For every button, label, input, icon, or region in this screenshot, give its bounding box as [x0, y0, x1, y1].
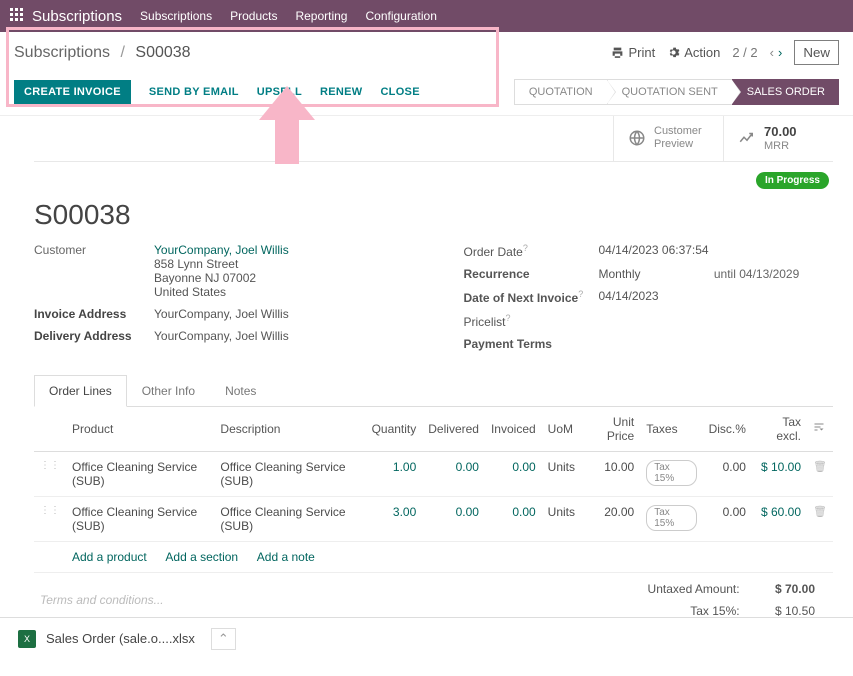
field-next-invoice: 04/14/2023 [599, 289, 834, 305]
right-actions: Print Action 2 / 2 ‹ › New [611, 40, 839, 65]
col-quantity: Quantity [366, 407, 423, 452]
delete-row-icon[interactable]: 🗑 [807, 451, 833, 496]
top-nav: Subscriptions Subscriptions Products Rep… [0, 0, 853, 32]
customer-preview-button[interactable]: Customer Preview [613, 116, 723, 161]
delete-row-icon[interactable]: 🗑 [807, 496, 833, 541]
add-section-link[interactable]: Add a section [165, 550, 238, 564]
download-chevron-icon[interactable]: ⌃ [211, 628, 236, 650]
breadcrumb: Subscriptions / S00038 [14, 44, 191, 62]
columns-settings-icon [813, 421, 825, 433]
breadcrumb-separator: / [121, 44, 125, 61]
order-lines-table: Product Description Quantity Delivered I… [34, 407, 833, 573]
col-tax-excl: Tax excl. [752, 407, 807, 452]
tabs: Order Lines Other Info Notes [34, 375, 833, 407]
tax-pill[interactable]: Tax 15% [646, 460, 696, 486]
new-button[interactable]: New [794, 40, 839, 65]
download-filename[interactable]: Sales Order (sale.o....xlsx [46, 631, 195, 646]
nav-item-subscriptions[interactable]: Subscriptions [140, 9, 212, 23]
col-settings[interactable] [807, 407, 833, 452]
label-payment-terms: Payment Terms [464, 337, 599, 351]
help-icon[interactable]: ? [523, 243, 528, 253]
label-next-invoice: Date of Next Invoice? [464, 289, 599, 305]
drag-handle-icon[interactable]: ⋮⋮ [34, 496, 66, 541]
col-disc: Disc.% [703, 407, 752, 452]
create-invoice-button[interactable]: CREATE INVOICE [14, 80, 131, 104]
stage-quotation-sent[interactable]: QUOTATION SENT [607, 79, 732, 105]
label-recurrence: Recurrence [464, 267, 599, 281]
pager-text: 2 / 2 [732, 45, 757, 60]
tax-pill[interactable]: Tax 15% [646, 505, 696, 531]
add-product-link[interactable]: Add a product [72, 550, 147, 564]
field-invoice-address[interactable]: YourCompany, Joel Willis [154, 307, 404, 321]
label-invoice-address: Invoice Address [34, 307, 154, 321]
action-button[interactable]: Action [667, 45, 720, 60]
send-email-button[interactable]: SEND BY EMAIL [149, 86, 239, 98]
status-row: In Progress [34, 162, 833, 199]
tab-order-lines[interactable]: Order Lines [34, 375, 127, 407]
pager-prev-icon[interactable]: ‹ [770, 45, 774, 60]
detail-col-left: Customer YourCompany, Joel Willis 858 Ly… [34, 243, 404, 359]
field-order-date: 04/14/2023 06:37:54 [599, 243, 834, 259]
col-taxes: Taxes [640, 407, 702, 452]
detail-col-right: Order Date? 04/14/2023 06:37:54 Recurren… [464, 243, 834, 359]
help-icon[interactable]: ? [506, 313, 511, 323]
breadcrumb-current: S00038 [135, 44, 190, 61]
breadcrumb-root[interactable]: Subscriptions [14, 44, 110, 61]
add-row: Add a product Add a section Add a note [66, 541, 833, 572]
status-badge: In Progress [756, 172, 829, 189]
app-name[interactable]: Subscriptions [32, 8, 122, 25]
apps-grid-icon[interactable] [10, 8, 24, 25]
print-button[interactable]: Print [611, 45, 655, 60]
col-invoiced: Invoiced [485, 407, 542, 452]
col-description: Description [214, 407, 365, 452]
col-unit-price: Unit Price [581, 407, 640, 452]
stage-quotation[interactable]: QUOTATION [514, 79, 607, 105]
table-row[interactable]: ⋮⋮ Office Cleaning Service (SUB) Office … [34, 496, 833, 541]
tab-other-info[interactable]: Other Info [127, 375, 210, 406]
action-buttons: CREATE INVOICE SEND BY EMAIL UPSELL RENE… [14, 80, 420, 104]
breadcrumb-bar: Subscriptions / S00038 Print Action 2 / … [0, 32, 853, 73]
stage-sales-order[interactable]: SALES ORDER [732, 79, 839, 105]
stage-bar: QUOTATION QUOTATION SENT SALES ORDER [514, 79, 839, 105]
customer-link[interactable]: YourCompany, Joel Willis [154, 243, 289, 257]
pager-arrows: ‹ › [770, 45, 783, 60]
renew-button[interactable]: RENEW [320, 86, 362, 98]
field-recurrence: Monthly until 04/13/2029 [599, 267, 834, 281]
mrr-button[interactable]: 70.00 MRR [723, 116, 833, 161]
chart-line-icon [738, 129, 756, 147]
detail-columns: Customer YourCompany, Joel Willis 858 Ly… [34, 243, 833, 359]
close-button[interactable]: CLOSE [380, 86, 419, 98]
pager-next-icon[interactable]: › [778, 45, 782, 60]
page-title: S00038 [34, 199, 833, 231]
label-pricelist: Pricelist? [464, 313, 599, 329]
annotation-arrow-icon [259, 86, 315, 166]
content: Customer Preview 70.00 MRR In Progress S… [0, 116, 853, 676]
label-delivery-address: Delivery Address [34, 329, 154, 343]
table-row[interactable]: ⋮⋮ Office Cleaning Service (SUB) Office … [34, 451, 833, 496]
label-customer: Customer [34, 243, 154, 299]
download-bar: X Sales Order (sale.o....xlsx ⌃ [0, 617, 853, 659]
drag-handle-icon[interactable]: ⋮⋮ [34, 451, 66, 496]
action-bar: CREATE INVOICE SEND BY EMAIL UPSELL RENE… [0, 73, 853, 116]
nav-item-configuration[interactable]: Configuration [365, 9, 436, 23]
col-product: Product [66, 407, 214, 452]
label-order-date: Order Date? [464, 243, 599, 259]
print-icon [611, 46, 624, 59]
nav-item-products[interactable]: Products [230, 9, 277, 23]
globe-icon [628, 129, 646, 147]
stat-bar: Customer Preview 70.00 MRR [34, 116, 833, 162]
tab-notes[interactable]: Notes [210, 375, 271, 406]
field-customer: YourCompany, Joel Willis 858 Lynn Street… [154, 243, 404, 299]
gear-icon [667, 46, 680, 59]
help-icon[interactable]: ? [578, 289, 583, 299]
excel-icon: X [18, 630, 36, 648]
field-delivery-address[interactable]: YourCompany, Joel Willis [154, 329, 404, 343]
add-note-link[interactable]: Add a note [257, 550, 315, 564]
table-header-row: Product Description Quantity Delivered I… [34, 407, 833, 452]
col-delivered: Delivered [422, 407, 485, 452]
col-uom: UoM [542, 407, 581, 452]
nav-item-reporting[interactable]: Reporting [295, 9, 347, 23]
